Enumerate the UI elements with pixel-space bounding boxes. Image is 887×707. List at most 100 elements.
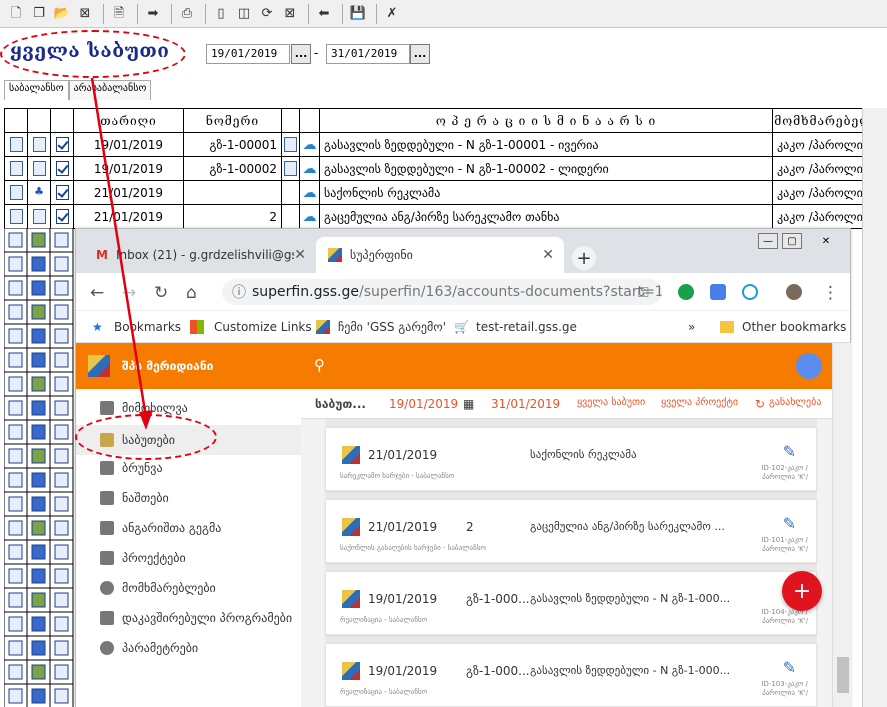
date-from-field[interactable]: 19/01/2019 xyxy=(206,44,290,64)
checkbox-icon[interactable] xyxy=(54,640,69,656)
other-bookmarks[interactable]: Other bookmarks xyxy=(742,320,846,334)
refresh-page-icon[interactable]: ⟳ xyxy=(257,4,277,24)
search-icon[interactable]: ⚲ xyxy=(314,356,325,374)
tab-gmail[interactable]: M Inbox (21) - g.grdzelishvili@gss.g ✕ xyxy=(84,237,316,273)
tab-balance[interactable]: საბალანსო xyxy=(4,80,69,100)
minimize-icon[interactable]: — xyxy=(758,233,778,249)
home-icon[interactable]: ⌂ xyxy=(186,283,197,303)
checkbox-icon[interactable] xyxy=(55,137,69,152)
maximize-icon[interactable]: ▢ xyxy=(782,233,802,249)
reload-icon[interactable]: ↻ xyxy=(154,283,168,303)
bookmarks-overflow-icon[interactable]: » xyxy=(688,320,695,334)
checkbox-icon[interactable] xyxy=(54,568,69,584)
edit-icon[interactable]: ✎ xyxy=(783,514,796,533)
checkbox-icon[interactable] xyxy=(54,328,69,344)
checkbox-icon[interactable] xyxy=(55,185,69,200)
vertical-scrollbar[interactable] xyxy=(862,108,887,707)
checkbox-icon[interactable] xyxy=(54,448,69,464)
document-card[interactable]: 21/01/2019 საქონლის რეკლამა სარეკლამო ხა… xyxy=(325,427,817,491)
sidebar-item-turnover[interactable]: ბრუნვა xyxy=(100,461,163,475)
key-icon[interactable]: ⚿ xyxy=(638,285,649,301)
checkbox-icon[interactable] xyxy=(55,161,69,176)
edit-icon[interactable]: ✎ xyxy=(783,442,796,461)
page-icon[interactable]: ◫ xyxy=(234,4,254,24)
sidebar-item-overview[interactable]: მიმოხილვა xyxy=(100,401,188,415)
new-tab-button[interactable]: + xyxy=(572,246,596,270)
checkbox-icon[interactable] xyxy=(54,280,69,296)
checkbox-icon[interactable] xyxy=(54,424,69,440)
filter-date-to[interactable]: 31/01/2019 xyxy=(491,397,560,411)
sidebar-item-chart-of-accounts[interactable]: ანგარიშთა გეგმა xyxy=(100,521,221,535)
new-doc-icon[interactable]: 🗋 xyxy=(6,4,26,24)
bookmark-item[interactable]: test-retail.gss.ge xyxy=(476,320,577,334)
copy-icon[interactable]: ❐ xyxy=(29,4,49,24)
checkbox-icon[interactable] xyxy=(54,520,69,536)
scrollbar-thumb[interactable] xyxy=(837,657,849,693)
filter-all-projects[interactable]: ყველა პროექტი xyxy=(661,397,741,408)
url-field[interactable]: ⓘ superfin.gss.ge/superfin/163/accounts-… xyxy=(222,279,662,305)
save-icon[interactable]: 💾 xyxy=(348,4,368,24)
filter-all-docs[interactable]: ყველა საბუთი xyxy=(577,397,645,408)
delete-icon[interactable]: ⊠ xyxy=(75,4,95,24)
checkbox-icon[interactable] xyxy=(54,544,69,560)
date-to-field[interactable]: 31/01/2019 xyxy=(326,44,410,64)
open-folder-icon[interactable]: 📂 xyxy=(52,4,72,24)
checkbox-icon[interactable] xyxy=(54,472,69,488)
checkbox-icon[interactable] xyxy=(54,256,69,272)
close-icon[interactable]: ✕ xyxy=(816,233,836,249)
sidebar-item-balances[interactable]: ნაშთები xyxy=(100,491,169,505)
edit-icon[interactable]: ✎ xyxy=(783,658,796,677)
tab-superfin[interactable]: სუპერფინი ✕ xyxy=(316,237,564,273)
date-to-picker-button[interactable]: ... xyxy=(410,44,430,64)
user-avatar[interactable] xyxy=(796,353,822,379)
table-row[interactable]: 21/01/2019 2 ☁ გაცემულია ანგ/პირზე სარეკ… xyxy=(4,204,883,229)
filter-date-from[interactable]: 19/01/2019 xyxy=(389,397,458,411)
checkbox-icon[interactable] xyxy=(54,376,69,392)
refresh-button[interactable]: განახლება xyxy=(769,397,829,408)
checkbox-icon[interactable] xyxy=(54,664,69,680)
date-from-picker-button[interactable]: ... xyxy=(291,44,311,64)
arrow-right-icon[interactable]: ➡ xyxy=(143,4,163,24)
sidebar-item-settings[interactable]: პარამეტრები xyxy=(100,641,198,655)
skype-icon[interactable] xyxy=(742,284,758,300)
bookmark-item[interactable]: ჩემი 'GSS გარემო' xyxy=(338,320,446,334)
add-document-button[interactable]: + xyxy=(782,571,822,611)
translate-icon[interactable] xyxy=(710,284,726,300)
checkbox-icon[interactable] xyxy=(54,304,69,320)
excel-icon[interactable]: ✗ xyxy=(382,4,402,24)
document-card[interactable]: 19/01/2019 გზ-1-000... გასავლის ზედდებულ… xyxy=(325,571,817,635)
sidebar-item-users[interactable]: მომხმარებლები xyxy=(100,581,216,595)
back-icon[interactable]: ⬅ xyxy=(314,4,334,24)
checkbox-icon[interactable] xyxy=(54,232,69,248)
col-description-header[interactable]: ო პ ე რ ა ც ი ი ს მ ი ნ ა ა რ ს ი xyxy=(319,108,773,133)
checkbox-icon[interactable] xyxy=(54,400,69,416)
table-row[interactable]: 19/01/2019 გზ-1-00001 ☁ გასავლის ზედდებუ… xyxy=(4,132,883,157)
doc-icon[interactable]: 🗎 xyxy=(109,4,129,24)
profile-avatar[interactable] xyxy=(786,284,802,300)
checkbox-icon[interactable] xyxy=(54,352,69,368)
checkbox-icon[interactable] xyxy=(54,496,69,512)
refresh-icon[interactable]: ↻ xyxy=(755,397,765,411)
table-row[interactable]: 19/01/2019 გზ-1-00002 ☁ გასავლის ზედდებუ… xyxy=(4,156,883,181)
close-page-icon[interactable]: ⊠ xyxy=(280,4,300,24)
extension-green-icon[interactable] xyxy=(678,284,694,300)
back-icon[interactable]: ← xyxy=(90,283,104,303)
col-number-header[interactable]: ნომერი xyxy=(183,108,282,133)
forward-icon[interactable]: → xyxy=(122,283,136,303)
print-icon[interactable]: ⎙ xyxy=(177,4,197,24)
calendar-icon[interactable]: ▦ xyxy=(463,397,474,411)
bookmark-item[interactable]: Bookmarks xyxy=(114,320,181,334)
sidebar-item-projects[interactable]: პროექტები xyxy=(100,551,186,565)
bookmark-item[interactable]: Customize Links xyxy=(214,320,312,334)
checkbox-icon[interactable] xyxy=(54,616,69,632)
close-tab-icon[interactable]: ✕ xyxy=(294,247,306,263)
checkbox-icon[interactable] xyxy=(55,209,69,224)
close-tab-icon[interactable]: ✕ xyxy=(542,247,554,263)
document-card[interactable]: 19/01/2019 გზ-1-000... გასავლის ზედდებულ… xyxy=(325,643,817,707)
blank-page-icon[interactable]: ▯ xyxy=(211,4,231,24)
tab-off-balance[interactable]: არასაბალანსო xyxy=(68,80,152,100)
sidebar-item-connected-apps[interactable]: დაკავშირებული პროგრამები xyxy=(100,611,292,625)
table-row[interactable]: ♣ 21/01/2019 ☁ საქონლის რეკლამა კაკო /პა… xyxy=(4,180,883,205)
browser-scrollbar[interactable] xyxy=(832,343,852,707)
menu-icon[interactable]: ⋮ xyxy=(822,283,839,303)
